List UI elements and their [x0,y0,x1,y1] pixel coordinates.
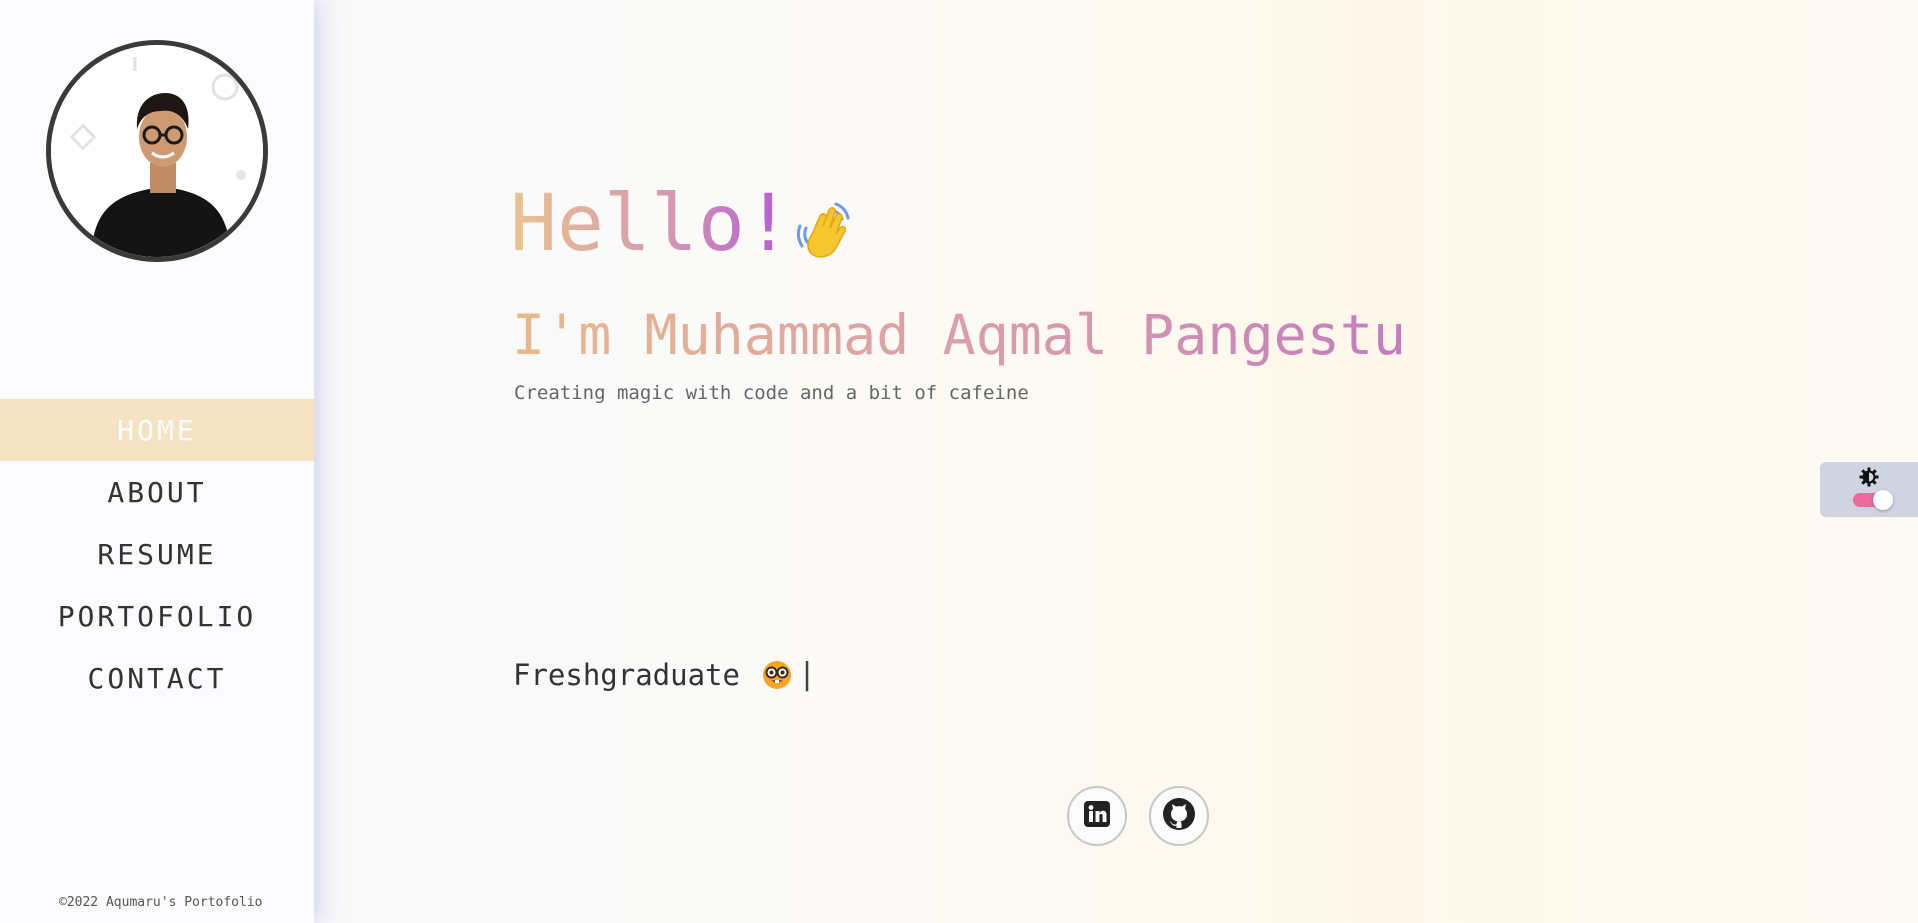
nav-item-about[interactable]: ABOUT [0,461,314,523]
profile-avatar [46,40,268,262]
copyright-text: ©2022 Aqumaru's Portofolio [59,895,263,910]
theme-switch[interactable] [1853,490,1893,510]
nav-item-resume[interactable]: RESUME [0,523,314,585]
main-nav: HOME ABOUT RESUME PORTOFOLIO CONTACT [0,399,314,709]
profile-photo [51,45,263,257]
github-button[interactable] [1149,786,1209,846]
typed-text: Freshgraduate [513,657,740,692]
theme-toggle-panel [1820,462,1918,517]
nav-item-portofolio[interactable]: PORTOFOLIO [0,585,314,647]
linkedin-icon [1083,800,1111,832]
name-heading: I'm Muhammad Aqmal Pangestu [512,303,1407,367]
brightness-icon [1859,467,1879,491]
sidebar: HOME ABOUT RESUME PORTOFOLIO CONTACT ©20… [0,0,314,923]
social-links [1067,786,1209,846]
github-icon [1162,797,1196,835]
greeting-heading: Hello! [510,179,792,269]
switch-knob [1873,490,1893,510]
nav-item-home[interactable]: HOME [0,399,314,461]
nav-item-contact[interactable]: CONTACT [0,647,314,709]
typing-cursor: | [797,657,817,692]
nerd-face-icon [762,660,792,690]
linkedin-button[interactable] [1067,786,1127,846]
waving-hand-icon [792,200,854,266]
tagline-text: Creating magic with code and a bit of ca… [514,382,1029,404]
typed-role: Freshgraduate | [513,657,816,692]
